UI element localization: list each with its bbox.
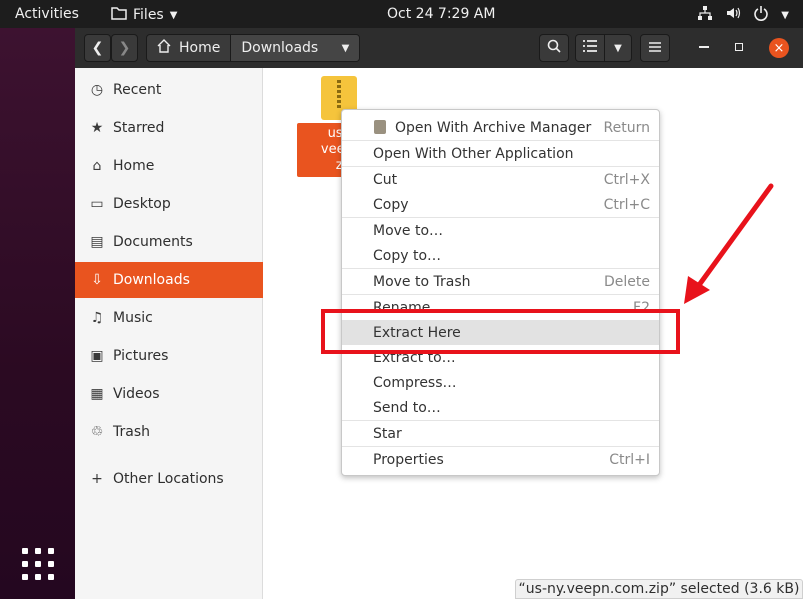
chevron-left-icon: ❮ bbox=[91, 40, 104, 56]
back-button[interactable]: ❮ bbox=[84, 34, 111, 62]
sidebar-item-label: Recent bbox=[113, 82, 162, 98]
folder-icon bbox=[111, 6, 127, 24]
menu-item-open-other-app[interactable]: Open With Other Application bbox=[342, 141, 659, 166]
trash-icon: ♲ bbox=[90, 424, 104, 440]
annotation-highlight-box bbox=[321, 309, 680, 354]
desktop-icon: ▭ bbox=[90, 196, 104, 212]
sidebar-item-other-locations[interactable]: + Other Locations bbox=[75, 461, 263, 497]
sidebar: ◷ Recent ★ Starred ⌂ Home ▭ Desktop ▤ Do… bbox=[75, 68, 263, 599]
plus-icon: + bbox=[91, 471, 103, 487]
star-icon: ★ bbox=[90, 120, 104, 136]
sidebar-item-home[interactable]: ⌂ Home bbox=[75, 148, 263, 184]
path-bar: Home Downloads ▼ bbox=[146, 34, 361, 62]
close-button[interactable]: × bbox=[769, 38, 789, 58]
list-view-button[interactable] bbox=[575, 34, 605, 62]
menu-item-cut[interactable]: Cut Ctrl+X bbox=[342, 167, 659, 192]
sidebar-item-downloads[interactable]: ⇩ Downloads bbox=[75, 262, 263, 298]
close-icon: × bbox=[773, 40, 785, 56]
sidebar-item-label: Pictures bbox=[113, 348, 169, 364]
sidebar-item-music[interactable]: ♫ Music bbox=[75, 300, 263, 336]
dropdown-arrow-icon: ▼ bbox=[169, 9, 178, 21]
menu-item-compress[interactable]: Compress… bbox=[342, 370, 659, 395]
hamburger-icon bbox=[649, 40, 661, 56]
menu-button[interactable] bbox=[640, 34, 670, 62]
archive-manager-icon bbox=[374, 120, 386, 134]
clock-icon: ◷ bbox=[90, 82, 104, 98]
sidebar-item-label: Home bbox=[113, 158, 155, 174]
home-icon: ⌂ bbox=[92, 158, 102, 174]
context-menu: Open With Archive Manager Return Open Wi… bbox=[341, 109, 660, 476]
sidebar-item-label: Music bbox=[113, 310, 153, 326]
picture-icon: ▣ bbox=[90, 348, 104, 364]
menu-item-move-to-trash[interactable]: Move to Trash Delete bbox=[342, 269, 659, 294]
sidebar-item-label: Starred bbox=[113, 120, 165, 136]
annotation-arrow-icon bbox=[684, 183, 774, 304]
search-icon bbox=[547, 39, 561, 57]
download-icon: ⇩ bbox=[91, 272, 103, 288]
menu-item-copy-to[interactable]: Copy to… bbox=[342, 243, 659, 268]
sidebar-item-starred[interactable]: ★ Starred bbox=[75, 110, 263, 146]
sidebar-item-videos[interactable]: ▦ Videos bbox=[75, 376, 263, 412]
sidebar-item-label: Trash bbox=[113, 424, 150, 440]
activities-button[interactable]: Activities bbox=[15, 6, 79, 22]
sidebar-item-desktop[interactable]: ▭ Desktop bbox=[75, 186, 263, 222]
chevron-right-icon: ❯ bbox=[118, 40, 131, 56]
sidebar-item-label: Videos bbox=[113, 386, 160, 402]
music-icon: ♫ bbox=[90, 310, 104, 326]
minimize-button[interactable] bbox=[699, 46, 709, 48]
menu-item-open-archive-manager[interactable]: Open With Archive Manager Return bbox=[342, 115, 659, 140]
view-options-button[interactable]: ▼ bbox=[604, 34, 632, 62]
forward-button[interactable]: ❯ bbox=[111, 34, 138, 62]
clock[interactable]: Oct 24 7:29 AM bbox=[387, 6, 495, 22]
tray-dropdown-icon: ▼ bbox=[781, 9, 789, 21]
sidebar-item-label: Documents bbox=[113, 234, 193, 250]
header-bar: ❮ ❯ Home Downloads ▼ ▼ × bbox=[75, 28, 803, 68]
network-icon bbox=[697, 5, 713, 25]
sidebar-item-label: Downloads bbox=[113, 272, 190, 288]
app-menu-files[interactable]: Files ▼ bbox=[111, 6, 177, 24]
dropdown-arrow-icon: ▼ bbox=[341, 42, 350, 54]
app-menu-label: Files bbox=[133, 7, 164, 23]
path-current-button[interactable]: Downloads ▼ bbox=[231, 35, 360, 61]
sidebar-item-pictures[interactable]: ▣ Pictures bbox=[75, 338, 263, 374]
menu-item-send-to[interactable]: Send to… bbox=[342, 395, 659, 420]
show-applications-icon[interactable] bbox=[22, 548, 54, 580]
list-view-icon bbox=[583, 40, 597, 56]
menu-item-properties[interactable]: Properties Ctrl+I bbox=[342, 447, 659, 472]
sidebar-item-recent[interactable]: ◷ Recent bbox=[75, 72, 263, 108]
path-home-button[interactable]: Home bbox=[147, 35, 232, 61]
menu-item-star[interactable]: Star bbox=[342, 421, 659, 446]
video-icon: ▦ bbox=[90, 386, 104, 402]
sidebar-item-label: Other Locations bbox=[113, 471, 224, 487]
menu-item-copy[interactable]: Copy Ctrl+C bbox=[342, 192, 659, 217]
dock bbox=[0, 28, 75, 599]
top-bar: Activities Files ▼ Oct 24 7:29 AM ▼ bbox=[0, 0, 803, 28]
status-bar: “us-ny.veepn.com.zip” selected (3.6 kB) bbox=[515, 579, 803, 599]
path-home-label: Home bbox=[179, 40, 221, 56]
document-icon: ▤ bbox=[90, 234, 104, 250]
home-icon bbox=[157, 39, 171, 57]
path-current-label: Downloads bbox=[241, 40, 319, 56]
sidebar-item-label: Desktop bbox=[113, 196, 171, 212]
maximize-button[interactable] bbox=[735, 43, 743, 51]
sidebar-item-documents[interactable]: ▤ Documents bbox=[75, 224, 263, 260]
dropdown-arrow-icon: ▼ bbox=[614, 42, 622, 54]
volume-icon bbox=[725, 5, 741, 25]
menu-item-move-to[interactable]: Move to… bbox=[342, 218, 659, 243]
sidebar-item-trash[interactable]: ♲ Trash bbox=[75, 414, 263, 450]
system-tray[interactable]: ▼ bbox=[697, 5, 789, 25]
power-icon bbox=[753, 5, 769, 25]
search-button[interactable] bbox=[539, 34, 569, 62]
